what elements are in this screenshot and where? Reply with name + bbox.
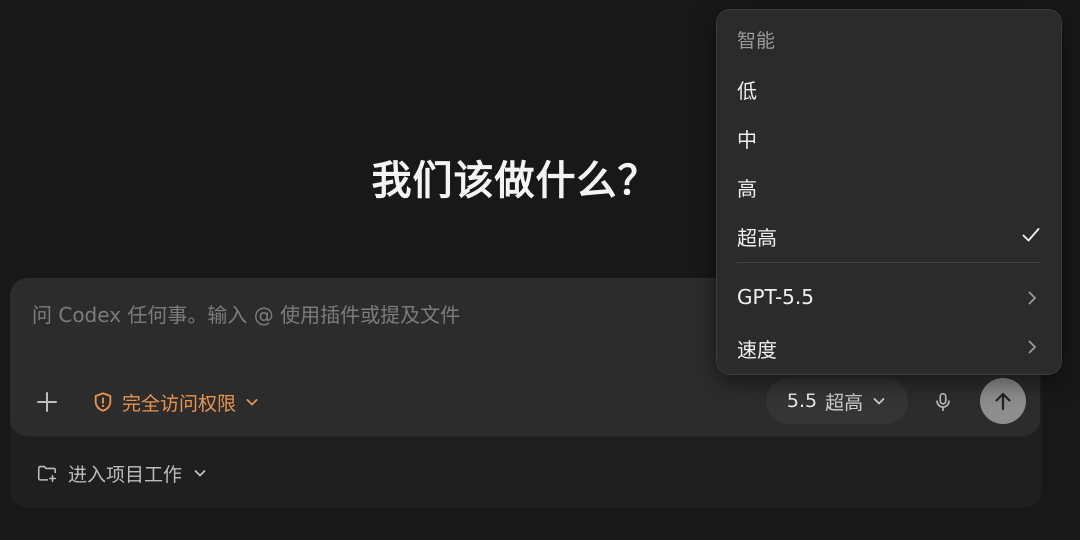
microphone-icon	[936, 392, 950, 412]
arrow-up-icon	[995, 392, 1011, 411]
menu-item-level-extra-high[interactable]: 超高	[725, 213, 1053, 257]
add-attachment-button[interactable]	[32, 387, 62, 417]
prompt-input[interactable]	[30, 300, 714, 330]
chevron-right-icon	[1028, 291, 1036, 305]
menu-item-label: 速度	[737, 338, 777, 362]
model-version: 5.5	[786, 390, 818, 412]
send-button[interactable]	[980, 378, 1026, 424]
model-selector-button[interactable]: 5.5 超高	[766, 378, 908, 424]
menu-divider	[737, 262, 1041, 263]
menu-item-speed-submenu[interactable]: 速度	[725, 325, 1053, 369]
model-level: 超高	[825, 391, 864, 414]
folder-plus-icon	[37, 465, 57, 483]
chevron-down-icon	[194, 470, 206, 477]
menu-item-label: 中	[737, 128, 757, 152]
project-work-label: 进入项目工作	[68, 463, 183, 486]
shield-alert-icon	[94, 392, 112, 412]
menu-item-model-submenu[interactable]: GPT-5.5	[725, 276, 1053, 320]
chevron-down-icon	[873, 398, 885, 405]
menu-item-label: 低	[737, 79, 757, 103]
menu-heading: 智能	[737, 30, 776, 52]
menu-item-label: 高	[737, 177, 757, 201]
menu-item-label: GPT-5.5	[737, 285, 814, 309]
access-permission-button[interactable]: 完全访问权限	[92, 385, 260, 419]
plus-icon	[37, 392, 57, 412]
checkmark-icon	[1022, 228, 1040, 242]
chevron-right-icon	[1028, 340, 1036, 354]
menu-item-level-low[interactable]: 低	[725, 66, 1053, 110]
voice-input-button[interactable]	[928, 387, 958, 417]
menu-item-label: 超高	[737, 226, 777, 250]
intelligence-dropdown-menu: 智能 低 中 高 超高 GPT-5.5 速度	[716, 9, 1062, 375]
menu-item-level-medium[interactable]: 中	[725, 115, 1053, 159]
project-work-button[interactable]: 进入项目工作	[36, 458, 208, 488]
chevron-down-icon	[246, 399, 258, 406]
access-permission-label: 完全访问权限	[122, 392, 237, 415]
menu-item-level-high[interactable]: 高	[725, 164, 1053, 208]
